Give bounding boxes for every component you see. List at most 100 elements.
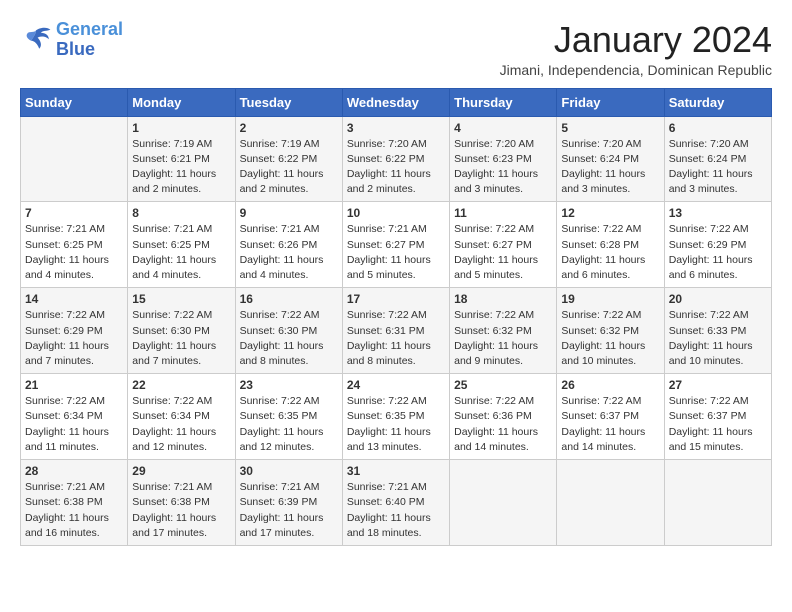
- day-number: 24: [347, 378, 445, 392]
- day-number: 27: [669, 378, 767, 392]
- day-number: 7: [25, 206, 123, 220]
- day-cell: [664, 460, 771, 546]
- day-number: 28: [25, 464, 123, 478]
- week-row-4: 21Sunrise: 7:22 AM Sunset: 6:34 PM Dayli…: [21, 374, 772, 460]
- day-cell: 6 Sunrise: 7:20 AM Sunset: 6:24 PM Daylig…: [664, 116, 771, 202]
- day-cell: 12Sunrise: 7:22 AM Sunset: 6:28 PM Dayli…: [557, 202, 664, 288]
- header-cell-tuesday: Tuesday: [235, 88, 342, 116]
- day-info: Sunrise: 7:21 AM Sunset: 6:40 PM Dayligh…: [347, 480, 445, 541]
- day-number: 16: [240, 292, 338, 306]
- day-cell: 27Sunrise: 7:22 AM Sunset: 6:37 PM Dayli…: [664, 374, 771, 460]
- day-info: Sunrise: 7:21 AM Sunset: 6:38 PM Dayligh…: [132, 480, 230, 541]
- day-number: 29: [132, 464, 230, 478]
- day-cell: 30 Sunrise: 7:21 AM Sunset: 6:39 PM Dayli…: [235, 460, 342, 546]
- day-number: 8: [132, 206, 230, 220]
- day-info: Sunrise: 7:21 AM Sunset: 6:26 PM Dayligh…: [240, 222, 338, 283]
- day-cell: 16 Sunrise: 7:22 AM Sunset: 6:30 PM Dayli…: [235, 288, 342, 374]
- day-cell: 15 Sunrise: 7:22 AM Sunset: 6:30 PM Dayli…: [128, 288, 235, 374]
- location-subtitle: Jimani, Independencia, Dominican Republi…: [500, 62, 772, 78]
- day-info: Sunrise: 7:22 AM Sunset: 6:29 PM Dayligh…: [669, 222, 767, 283]
- day-cell: 9 Sunrise: 7:21 AM Sunset: 6:26 PM Daylig…: [235, 202, 342, 288]
- header-row: SundayMondayTuesdayWednesdayThursdayFrid…: [21, 88, 772, 116]
- day-info: Sunrise: 7:20 AM Sunset: 6:24 PM Dayligh…: [561, 137, 659, 198]
- day-cell: 17Sunrise: 7:22 AM Sunset: 6:31 PM Dayli…: [342, 288, 449, 374]
- day-info: Sunrise: 7:22 AM Sunset: 6:28 PM Dayligh…: [561, 222, 659, 283]
- day-info: Sunrise: 7:19 AM Sunset: 6:22 PM Dayligh…: [240, 137, 338, 198]
- day-cell: 2 Sunrise: 7:19 AM Sunset: 6:22 PM Daylig…: [235, 116, 342, 202]
- day-number: 10: [347, 206, 445, 220]
- day-info: Sunrise: 7:22 AM Sunset: 6:27 PM Dayligh…: [454, 222, 552, 283]
- day-cell: 3Sunrise: 7:20 AM Sunset: 6:22 PM Daylig…: [342, 116, 449, 202]
- day-info: Sunrise: 7:22 AM Sunset: 6:29 PM Dayligh…: [25, 308, 123, 369]
- week-row-2: 7 Sunrise: 7:21 AM Sunset: 6:25 PM Daylig…: [21, 202, 772, 288]
- day-cell: 28 Sunrise: 7:21 AM Sunset: 6:38 PM Dayli…: [21, 460, 128, 546]
- week-row-1: 1 Sunrise: 7:19 AM Sunset: 6:21 PM Daylig…: [21, 116, 772, 202]
- day-cell: 24 Sunrise: 7:22 AM Sunset: 6:35 PM Dayli…: [342, 374, 449, 460]
- day-cell: 29 Sunrise: 7:21 AM Sunset: 6:38 PM Dayli…: [128, 460, 235, 546]
- day-info: Sunrise: 7:21 AM Sunset: 6:39 PM Dayligh…: [240, 480, 338, 541]
- day-info: Sunrise: 7:22 AM Sunset: 6:30 PM Dayligh…: [132, 308, 230, 369]
- day-number: 2: [240, 121, 338, 135]
- day-number: 1: [132, 121, 230, 135]
- day-cell: [557, 460, 664, 546]
- day-info: Sunrise: 7:22 AM Sunset: 6:32 PM Dayligh…: [454, 308, 552, 369]
- day-cell: 13 Sunrise: 7:22 AM Sunset: 6:29 PM Dayli…: [664, 202, 771, 288]
- header-cell-sunday: Sunday: [21, 88, 128, 116]
- header-cell-wednesday: Wednesday: [342, 88, 449, 116]
- day-number: 30: [240, 464, 338, 478]
- day-info: Sunrise: 7:20 AM Sunset: 6:22 PM Dayligh…: [347, 137, 445, 198]
- day-cell: 14 Sunrise: 7:22 AM Sunset: 6:29 PM Dayli…: [21, 288, 128, 374]
- day-number: 6: [669, 121, 767, 135]
- page-header: General Blue January 2024 Jimani, Indepe…: [20, 20, 772, 78]
- day-number: 18: [454, 292, 552, 306]
- day-cell: 23Sunrise: 7:22 AM Sunset: 6:35 PM Dayli…: [235, 374, 342, 460]
- day-number: 26: [561, 378, 659, 392]
- day-cell: 19Sunrise: 7:22 AM Sunset: 6:32 PM Dayli…: [557, 288, 664, 374]
- day-cell: 31 Sunrise: 7:21 AM Sunset: 6:40 PM Dayli…: [342, 460, 449, 546]
- month-title: January 2024: [500, 20, 772, 60]
- header-cell-friday: Friday: [557, 88, 664, 116]
- day-cell: 4 Sunrise: 7:20 AM Sunset: 6:23 PM Daylig…: [450, 116, 557, 202]
- day-cell: 21Sunrise: 7:22 AM Sunset: 6:34 PM Dayli…: [21, 374, 128, 460]
- day-number: 9: [240, 206, 338, 220]
- day-info: Sunrise: 7:22 AM Sunset: 6:34 PM Dayligh…: [132, 394, 230, 455]
- logo-bird-icon: [20, 26, 52, 54]
- day-info: Sunrise: 7:22 AM Sunset: 6:30 PM Dayligh…: [240, 308, 338, 369]
- week-row-5: 28 Sunrise: 7:21 AM Sunset: 6:38 PM Dayli…: [21, 460, 772, 546]
- day-number: 25: [454, 378, 552, 392]
- day-cell: 5Sunrise: 7:20 AM Sunset: 6:24 PM Daylig…: [557, 116, 664, 202]
- calendar-table: SundayMondayTuesdayWednesdayThursdayFrid…: [20, 88, 772, 546]
- day-cell: 22 Sunrise: 7:22 AM Sunset: 6:34 PM Dayli…: [128, 374, 235, 460]
- day-number: 15: [132, 292, 230, 306]
- day-info: Sunrise: 7:21 AM Sunset: 6:25 PM Dayligh…: [25, 222, 123, 283]
- day-cell: 10Sunrise: 7:21 AM Sunset: 6:27 PM Dayli…: [342, 202, 449, 288]
- day-number: 11: [454, 206, 552, 220]
- day-number: 14: [25, 292, 123, 306]
- day-info: Sunrise: 7:20 AM Sunset: 6:23 PM Dayligh…: [454, 137, 552, 198]
- header-cell-thursday: Thursday: [450, 88, 557, 116]
- day-cell: [21, 116, 128, 202]
- day-cell: 8 Sunrise: 7:21 AM Sunset: 6:25 PM Daylig…: [128, 202, 235, 288]
- day-cell: 7 Sunrise: 7:21 AM Sunset: 6:25 PM Daylig…: [21, 202, 128, 288]
- day-info: Sunrise: 7:20 AM Sunset: 6:24 PM Dayligh…: [669, 137, 767, 198]
- logo: General Blue: [20, 20, 123, 60]
- title-block: January 2024 Jimani, Independencia, Domi…: [500, 20, 772, 78]
- day-info: Sunrise: 7:22 AM Sunset: 6:36 PM Dayligh…: [454, 394, 552, 455]
- day-number: 4: [454, 121, 552, 135]
- day-info: Sunrise: 7:22 AM Sunset: 6:34 PM Dayligh…: [25, 394, 123, 455]
- day-cell: 26 Sunrise: 7:22 AM Sunset: 6:37 PM Dayli…: [557, 374, 664, 460]
- day-info: Sunrise: 7:21 AM Sunset: 6:38 PM Dayligh…: [25, 480, 123, 541]
- day-info: Sunrise: 7:22 AM Sunset: 6:32 PM Dayligh…: [561, 308, 659, 369]
- day-cell: 20Sunrise: 7:22 AM Sunset: 6:33 PM Dayli…: [664, 288, 771, 374]
- day-info: Sunrise: 7:22 AM Sunset: 6:37 PM Dayligh…: [561, 394, 659, 455]
- day-info: Sunrise: 7:21 AM Sunset: 6:25 PM Dayligh…: [132, 222, 230, 283]
- day-number: 31: [347, 464, 445, 478]
- day-number: 22: [132, 378, 230, 392]
- day-cell: 25 Sunrise: 7:22 AM Sunset: 6:36 PM Dayli…: [450, 374, 557, 460]
- day-info: Sunrise: 7:22 AM Sunset: 6:35 PM Dayligh…: [240, 394, 338, 455]
- day-info: Sunrise: 7:22 AM Sunset: 6:31 PM Dayligh…: [347, 308, 445, 369]
- week-row-3: 14 Sunrise: 7:22 AM Sunset: 6:29 PM Dayli…: [21, 288, 772, 374]
- day-number: 13: [669, 206, 767, 220]
- day-info: Sunrise: 7:19 AM Sunset: 6:21 PM Dayligh…: [132, 137, 230, 198]
- day-info: Sunrise: 7:22 AM Sunset: 6:35 PM Dayligh…: [347, 394, 445, 455]
